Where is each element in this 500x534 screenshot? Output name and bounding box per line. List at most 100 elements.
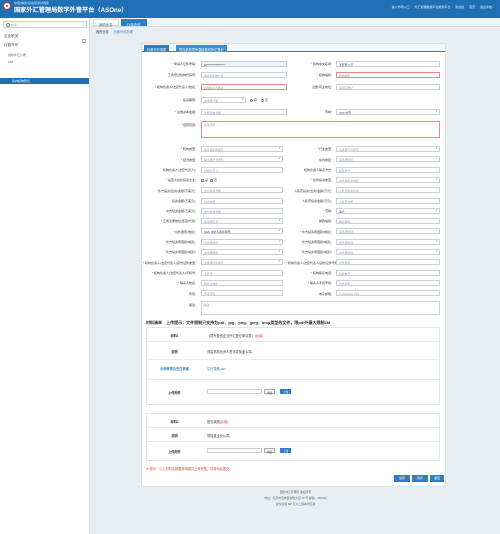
checkbox[interactable] [210,178,214,182]
f2-input[interactable]: 人民币投资金额 [336,187,440,194]
search-placeholder: 搜索 [11,23,18,28]
f2-input[interactable]: XXX@XXX.XXX [336,290,440,297]
browse-button[interactable]: 浏览 [264,389,276,395]
f1-input[interactable]: 请填写机构代码 [201,72,287,78]
f2-input[interactable]: 请选择国别 [336,228,440,235]
f2-input[interactable]: 美元 [336,207,440,214]
f2-input[interactable]: 请选择区县 [201,218,283,225]
collapse-toggle[interactable]: − [82,39,86,43]
f1-label: * 经营范围： [180,123,198,127]
f2-input[interactable]: 请选择机构类型 [201,146,283,152]
f1-input[interactable]: 注册资本金额 [201,109,287,115]
f1-input[interactable]: 请填写地址 [336,84,440,90]
upload-button[interactable]: 上传 [280,448,292,453]
f2-label: 境内地区： [318,157,334,162]
f1-input[interactable]: 机构编码 [336,72,440,78]
f2-input[interactable]: 证件号码 [336,259,440,266]
f2-label: * 境外国家(地区)： [172,229,198,234]
f2-input[interactable]: 联系方式 [336,166,440,173]
remark-textarea[interactable]: 备注 [201,300,440,315]
radio-button[interactable] [261,99,265,102]
sidebar-item-admin-license[interactable]: 行政许可 [4,43,18,48]
f1-input[interactable]: 机构负责人姓名 [201,84,287,90]
materials-heading: 材料清单 上传提示：文件限制只支持为pdf、jpg、png、jpeg、bmp类型… [146,320,330,326]
field-label-text: 币种 [324,110,331,115]
logout-link[interactable]: 退出系统 [480,5,492,9]
f2-input[interactable]: 请选择地区 [336,156,440,163]
material-row: 示例样表及空白表格 空白表格.doc [147,360,439,380]
f2-input[interactable]: 联系人姓名 [201,279,283,286]
breadcrumb-home[interactable]: 我的业务 [96,30,109,34]
header-link[interactable]: 进入外网入口 [392,5,410,9]
tab-admin-license[interactable]: 行政许可 [121,19,147,27]
f1-input[interactable]: XXX 外币 [336,109,440,115]
upload-button[interactable]: 上传 [280,389,292,394]
header-links: 进入外网入口 外汇管理数据平台服务平台 欢迎您 首页 退出系统 [388,5,492,9]
f1-label: * 机构编码： [316,73,334,78]
header-link[interactable]: 外汇管理数据平台服务平台 [414,5,450,9]
f1-input[interactable]: 请选择日期 [201,97,246,103]
field-label-text: 机构负责人(法定代表人)姓名 [156,85,195,90]
sample-download-link[interactable]: 空白表格.doc [207,367,226,371]
top-header: 中国(福建)自由贸易试验区 国家外汇管理局数字外管平台（ASOne） 进入外网入… [0,0,500,18]
f2-input[interactable]: CHN 中华人民共和国 [201,228,283,235]
checkbox-label: 是 [205,178,209,183]
f2-input[interactable]: 请选择国别 [336,249,440,255]
f2-input[interactable]: 外方投资金额 [201,187,283,194]
sidebar-subitem-overseas[interactable]: 境外外汇公司 [8,53,26,57]
field-label-text: 邮政编码 [318,219,331,224]
radio-button[interactable] [250,99,253,102]
f2-input[interactable]: 人民币金额 [336,197,440,204]
sample-link-wrap: 空白表格.doc [207,366,226,371]
material-row: 材料2 营业执照[必填] [147,414,439,428]
f2-input[interactable]: 中方投资金额 [201,207,283,214]
tab-bar: 我的业务 行政许可 [91,18,500,27]
chevron-down-icon: ▾ [436,208,438,212]
f2-input[interactable]: 邮政编码 [336,218,440,225]
panel-tab-odi-registration[interactable]: 境内机构境外直接投资外汇登记 [176,45,227,52]
f2-input[interactable]: 投资金额 [201,197,283,204]
field-label-text: 联系人姓名 [179,281,195,286]
upload-label: 上传附件 [168,450,181,454]
business-scope-textarea[interactable]: 经营范围 [201,121,440,138]
panel-tab-license[interactable]: 行政许可事项 [144,45,170,52]
field-label-text: 经营范围 [182,123,195,127]
f2-input[interactable]: 传真号码 [201,290,283,297]
f2-input[interactable]: 机构负责人 [201,166,283,173]
f2-input[interactable]: 请选择国别 [201,249,283,255]
draft-button[interactable]: 暂存 [412,475,428,482]
f2-label: * 境外投资类型： [310,178,334,183]
save-button[interactable]: 保存 [394,475,410,482]
field-label-text: 中方投资金额(万美元) [165,209,195,214]
f1-input[interactable]: 91**************** [201,61,287,67]
submit-warning: ※ 提示：以上材料请按要求填报并上传完整，请核对后提交。 [146,467,233,471]
f2-input[interactable]: 请选择经济类型 [201,156,283,163]
chevron-down-icon: ▾ [436,110,438,113]
f2-input[interactable]: 联系电话 [336,269,440,276]
checkbox[interactable] [201,178,204,182]
term-radio-group: 有无 [250,98,272,102]
sidebar-item-enterprise[interactable]: 企业机关 [4,34,18,39]
file-path-input[interactable] [207,448,262,453]
browse-button[interactable]: 浏览 [264,448,276,454]
back-button[interactable]: 返回 [430,475,444,482]
tab-my-business[interactable]: 我的业务 [93,19,119,27]
f2-input[interactable]: 手机号码 [336,279,440,286]
header-home-link[interactable]: 首页 [469,5,475,9]
f2-input[interactable]: 请选择国别 [336,238,440,245]
f2-input[interactable]: 手机号 [201,269,283,276]
material-desc-label: 说明 [171,434,178,438]
sidebar-subitem-odi[interactable]: ODI [8,60,13,64]
f2-input[interactable]: 请选择投资类型 [336,176,440,183]
f2-label: 中方投资金额(万美元)： [165,209,198,214]
sidebar-search-input[interactable]: 搜索 [3,21,87,28]
f1-input[interactable]: 某有限公司 [336,61,440,67]
f1-label: 投资期限： [182,98,198,103]
sidebar-item-active[interactable]: 境内机构登记 [0,78,89,84]
f1-label: 币种： [324,110,334,115]
f2-input[interactable]: 请选择国别 [201,238,283,245]
material-row: 说明 须加盖企业公章。 [147,428,439,442]
f2-input[interactable]: 请选择行业类型 [336,146,440,152]
file-path-input[interactable] [207,389,262,394]
f2-input[interactable]: 请选择证件类型 [201,259,283,266]
